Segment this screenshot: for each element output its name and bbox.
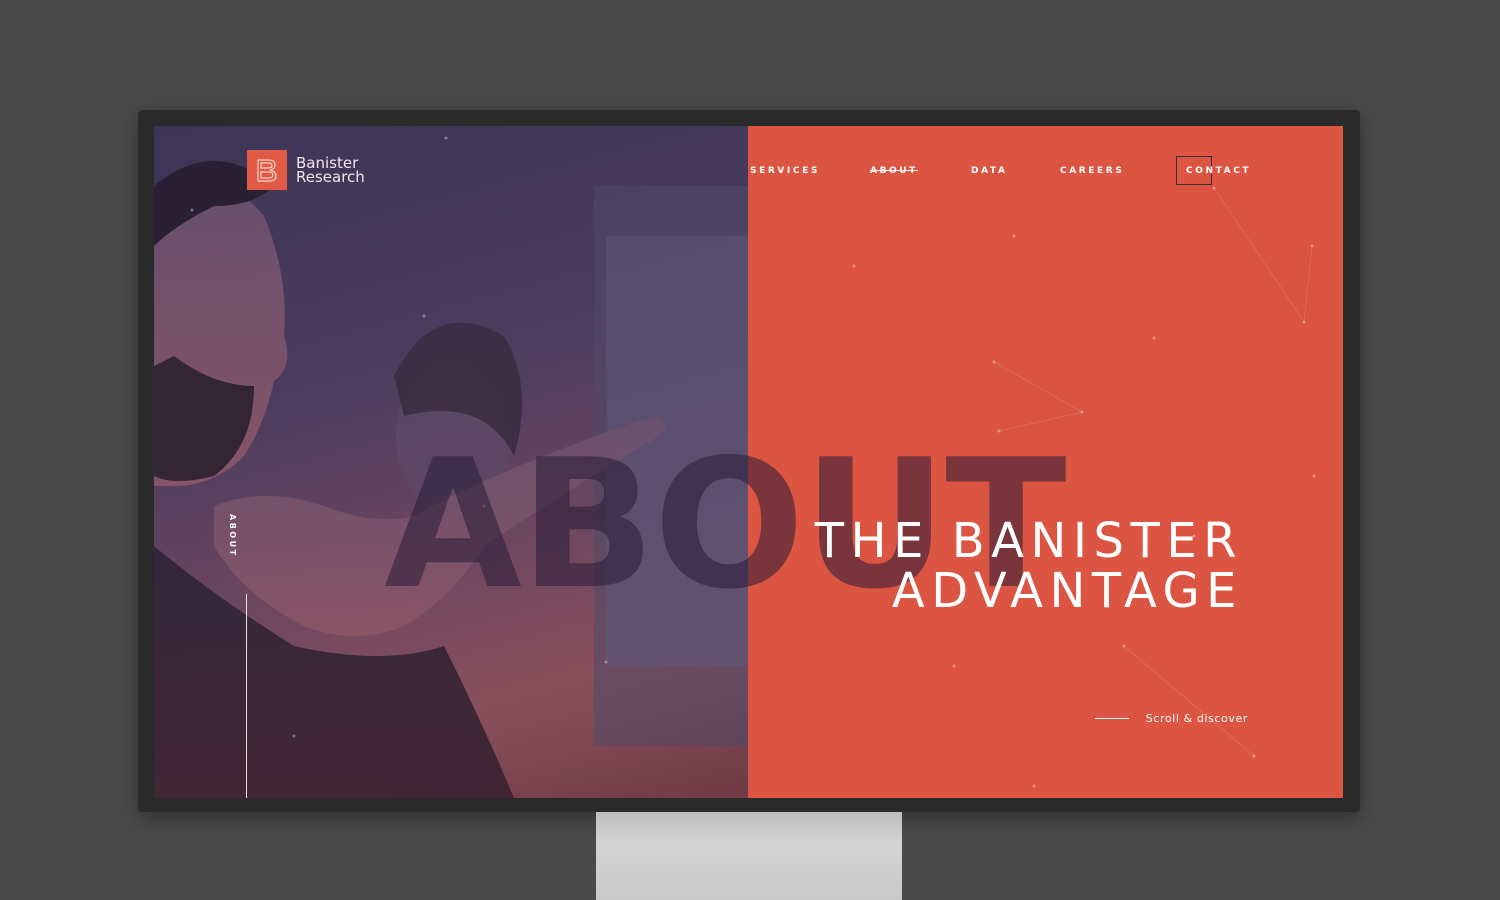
nav-about[interactable]: ABOUT (870, 166, 918, 176)
headline-line2: ADVANTAGE (891, 563, 1243, 619)
nav-contact[interactable]: CONTACT (1186, 166, 1251, 176)
scroll-label: Scroll & discover (1145, 712, 1248, 725)
side-section-label: ABOUT (228, 514, 237, 558)
main-nav: SERVICES ABOUT DATA CAREERS CONTACT (154, 156, 1343, 186)
scroll-line-icon (1094, 718, 1129, 719)
nav-careers[interactable]: CAREERS (1060, 166, 1124, 176)
hero-headline: THE BANISTER ADVANTAGE (815, 516, 1243, 616)
headline-line1: THE BANISTER (814, 513, 1243, 569)
nav-services[interactable]: SERVICES (750, 166, 820, 176)
side-divider-line (246, 594, 247, 798)
monitor-stand (596, 812, 902, 900)
scroll-discover-link[interactable]: Scroll & discover (1094, 712, 1248, 725)
nav-data[interactable]: DATA (971, 166, 1008, 176)
website-screen: ABOUT Banister Research SERVICES ABOUT D… (154, 126, 1343, 798)
